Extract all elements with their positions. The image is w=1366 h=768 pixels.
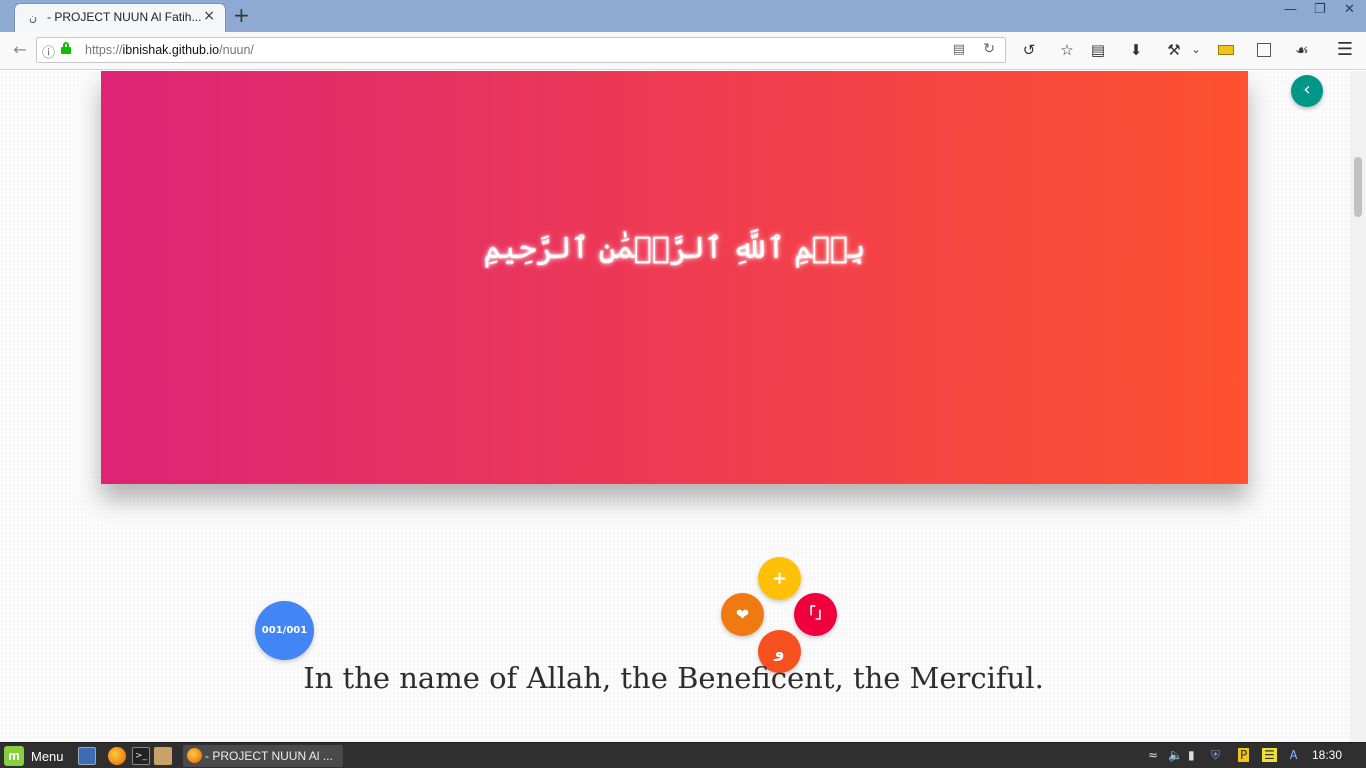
ruler-icon[interactable] bbox=[1215, 39, 1237, 61]
taskbar-window-title: - PROJECT NUUN Al ... bbox=[205, 749, 333, 763]
hamburger-menu-icon[interactable]: ☰ bbox=[1334, 39, 1356, 61]
navigation-bar: ← ⓘ https://ibnishak.github.io/nuun/ ▤ ↻ bbox=[0, 32, 1366, 70]
wifi-icon[interactable]: ≈ bbox=[1148, 748, 1158, 762]
menu-label: Menu bbox=[31, 748, 64, 764]
new-tab-button[interactable]: + bbox=[233, 3, 250, 27]
title-bar: ن - PROJECT NUUN Al Fatih... × + — ❐ ✕ bbox=[0, 0, 1366, 32]
tab-favicon-icon: ن bbox=[29, 11, 38, 24]
scrollbar-thumb[interactable] bbox=[1354, 157, 1362, 217]
tag-icon[interactable]: ☙ bbox=[1291, 39, 1313, 61]
verse-counter-badge: 001/001 bbox=[255, 601, 314, 660]
tools-icon[interactable]: ⚒ bbox=[1163, 39, 1185, 61]
firefox-icon bbox=[187, 748, 202, 763]
bluetooth-icon[interactable]: Ꭺ bbox=[1290, 748, 1298, 763]
start-menu-button[interactable]: m Menu bbox=[4, 746, 64, 766]
add-button[interactable]: + bbox=[758, 557, 801, 600]
show-desktop-icon[interactable] bbox=[78, 747, 96, 765]
volume-icon[interactable]: 🔈 bbox=[1168, 748, 1183, 762]
clock[interactable]: 18:30 bbox=[1312, 748, 1342, 762]
quote-button[interactable]: 「」 bbox=[794, 593, 837, 636]
taskbar-window-item[interactable]: - PROJECT NUUN Al ... bbox=[183, 745, 343, 767]
chevron-down-icon[interactable]: ⌄ bbox=[1185, 39, 1207, 61]
hero-banner: بِسۡمِ ٱللَّهِ ٱلرَّحۡمَٰنِ ٱلرَّحِيمِ bbox=[101, 71, 1248, 484]
back-button[interactable]: ‹ bbox=[1291, 75, 1323, 107]
back-icon[interactable]: ← bbox=[8, 38, 32, 62]
mint-logo-icon: m bbox=[4, 746, 24, 766]
lock-icon[interactable] bbox=[61, 42, 71, 54]
files-launcher-icon[interactable] bbox=[154, 747, 172, 765]
terminal-launcher-icon[interactable]: >_ bbox=[132, 747, 150, 765]
clipboard-icon[interactable]: ☰ bbox=[1262, 748, 1277, 762]
notes-icon[interactable]: P bbox=[1238, 748, 1250, 762]
page-content: بِسۡمِ ٱللَّهِ ٱلرَّحۡمَٰنِ ٱلرَّحِيمِ ‹… bbox=[0, 71, 1350, 742]
taskbar: m Menu >_ - PROJECT NUUN Al ... ≈ 🔈 ▮ ⛨ … bbox=[0, 742, 1366, 768]
minimize-button[interactable]: — bbox=[1284, 2, 1297, 17]
firefox-launcher-icon[interactable] bbox=[108, 747, 126, 765]
reload-icon[interactable]: ↻ bbox=[983, 41, 995, 57]
reader-view-icon[interactable]: ▤ bbox=[953, 42, 965, 57]
url-bar[interactable]: ⓘ https://ibnishak.github.io/nuun/ ▤ ↻ bbox=[36, 37, 1006, 63]
restore-button[interactable]: ❐ bbox=[1314, 2, 1326, 17]
screenshot-icon[interactable] bbox=[1253, 39, 1275, 61]
browser-tab[interactable]: ن - PROJECT NUUN Al Fatih... × bbox=[14, 3, 226, 32]
history-icon[interactable]: ↺ bbox=[1018, 39, 1040, 61]
shield-icon[interactable]: ⛨ bbox=[1211, 748, 1220, 763]
favorite-button[interactable]: ❤ bbox=[721, 593, 764, 636]
info-icon[interactable]: ⓘ bbox=[42, 42, 55, 61]
close-window-button[interactable]: ✕ bbox=[1344, 2, 1355, 17]
library-icon[interactable]: ▤ bbox=[1087, 39, 1109, 61]
verse-translation: In the name of Allah, the Beneficent, th… bbox=[303, 661, 1044, 695]
bismillah-text: بِسۡمِ ٱللَّهِ ٱلرَّحۡمَٰنِ ٱلرَّحِيمِ bbox=[483, 231, 866, 266]
battery-icon[interactable]: ▮ bbox=[1188, 748, 1195, 762]
bookmark-star-icon[interactable]: ☆ bbox=[1056, 39, 1078, 61]
tab-title: - PROJECT NUUN Al Fatih... bbox=[47, 10, 202, 24]
url-text[interactable]: https://ibnishak.github.io/nuun/ bbox=[85, 43, 254, 57]
tab-close-icon[interactable]: × bbox=[203, 8, 215, 24]
download-icon[interactable]: ⬇ bbox=[1125, 39, 1147, 61]
